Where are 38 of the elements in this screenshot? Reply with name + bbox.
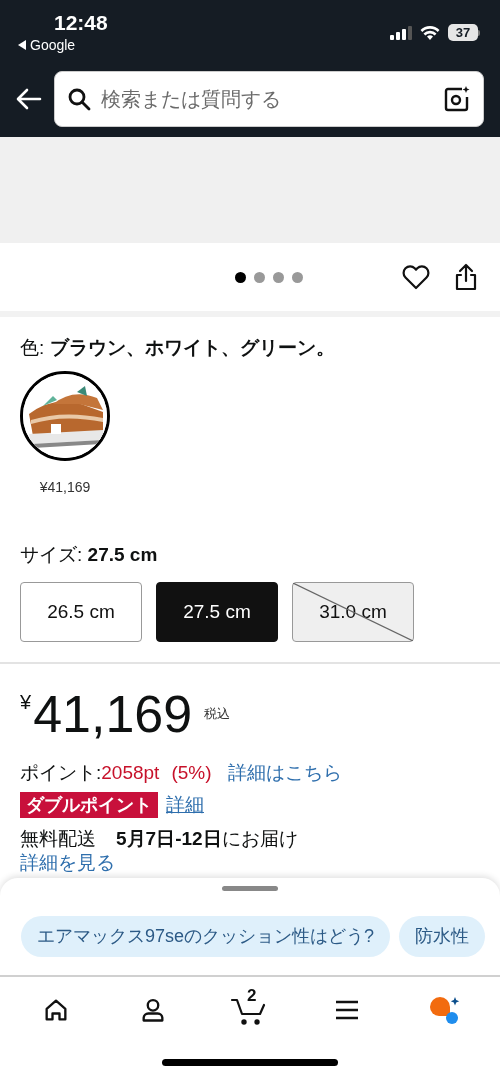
heart-icon[interactable] xyxy=(402,264,430,290)
sheet-handle[interactable] xyxy=(222,886,278,891)
swatch-price: ¥41,169 xyxy=(39,478,91,497)
size-option[interactable]: 27.5 cm xyxy=(156,582,278,642)
search-bar[interactable]: 検索または質問する xyxy=(54,70,484,127)
battery-indicator: 37 xyxy=(448,24,480,41)
signal-icon xyxy=(390,25,412,40)
cart-count: 2 xyxy=(247,987,257,1004)
points-value: 2058pt xyxy=(101,761,160,785)
search-icon xyxy=(67,86,91,111)
back-to-app-link[interactable]: Google xyxy=(18,36,108,54)
suggestion-chip[interactable]: 防水性 xyxy=(399,916,486,957)
points-label: ポイント: xyxy=(20,761,102,785)
wifi-icon xyxy=(420,25,440,40)
price-amount: 41,169 xyxy=(33,686,193,742)
suggestion-chip[interactable]: エアマックス97seのクッション性はどう? xyxy=(21,916,391,957)
status-time: 12:48 xyxy=(53,10,108,36)
share-icon[interactable] xyxy=(454,263,478,291)
double-point-badge: ダブルポイント xyxy=(20,792,158,818)
size-option[interactable]: 31.0 cm xyxy=(292,582,414,642)
points-details-link[interactable]: 詳細はこちら xyxy=(227,760,342,786)
tax-note: 税込 xyxy=(204,705,231,723)
camera-search-icon[interactable] xyxy=(443,84,471,113)
delivery-suffix: にお届け xyxy=(221,828,298,849)
shipping-label: 無料配送 xyxy=(20,828,96,849)
size-option[interactable]: 26.5 cm xyxy=(20,582,142,642)
points-percent: (5%) xyxy=(171,761,212,785)
delivery-dates: 5月7日-12日 xyxy=(116,828,222,849)
size-label: サイズ: xyxy=(20,544,84,565)
back-arrow-icon[interactable] xyxy=(16,87,42,110)
currency-symbol: ¥ xyxy=(20,692,32,712)
size-value: 27.5 cm xyxy=(87,544,158,565)
color-label: 色: xyxy=(20,337,46,358)
color-value: ブラウン、ホワイト、グリーン。 xyxy=(49,337,335,358)
back-triangle-icon xyxy=(18,40,27,50)
delivery-details-link[interactable]: 詳細を見る xyxy=(20,852,115,874)
double-point-details-link[interactable]: 詳細 xyxy=(166,792,204,818)
search-field[interactable]: 検索または質問する xyxy=(101,83,433,114)
